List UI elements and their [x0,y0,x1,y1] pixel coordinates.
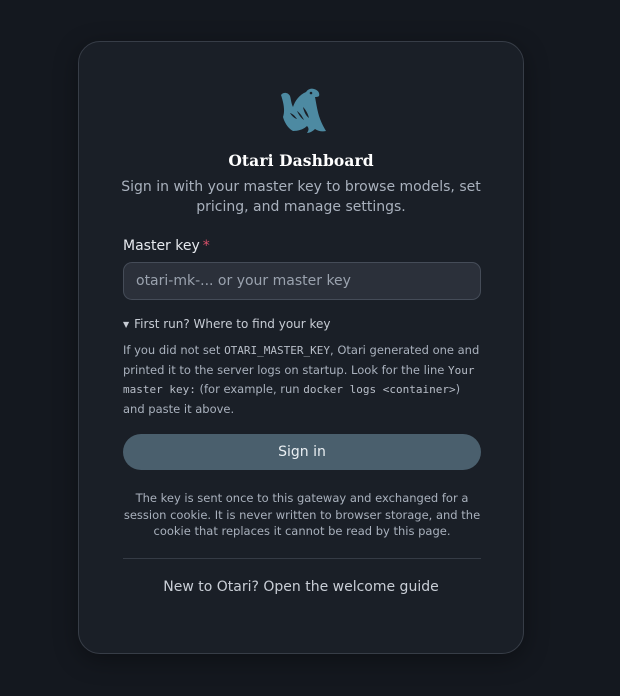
page-subtitle: Sign in with your master key to browse m… [121,179,481,215]
docker-command-code: docker logs <container> [303,383,456,396]
first-run-toggle[interactable]: ▼ First run? Where to find your key [123,317,331,331]
help-text-part: If you did not set [123,343,225,357]
first-run-summary-label: First run? Where to find your key [134,317,331,331]
help-text-part: (for example, run [195,382,304,396]
page-title: Otari Dashboard [228,151,374,170]
required-marker: * [202,238,210,254]
welcome-guide-link[interactable]: New to Otari? Open the welcome guide [79,579,523,595]
env-var-code: OTARI_MASTER_KEY [224,344,331,357]
login-card: Otari Dashboard Sign in with your master… [78,41,524,654]
first-run-help-text: If you did not set OTARI_MASTER_KEY, Ota… [123,341,483,419]
caret-down-icon: ▼ [123,320,130,329]
seal-logo-icon [281,88,326,133]
sign-in-button[interactable]: Sign in [123,434,481,470]
divider [123,558,481,559]
master-key-input[interactable] [123,262,481,300]
security-note: The key is sent once to this gateway and… [123,491,481,538]
master-key-label: Master key * [123,238,210,254]
master-key-label-text: Master key [123,238,200,254]
